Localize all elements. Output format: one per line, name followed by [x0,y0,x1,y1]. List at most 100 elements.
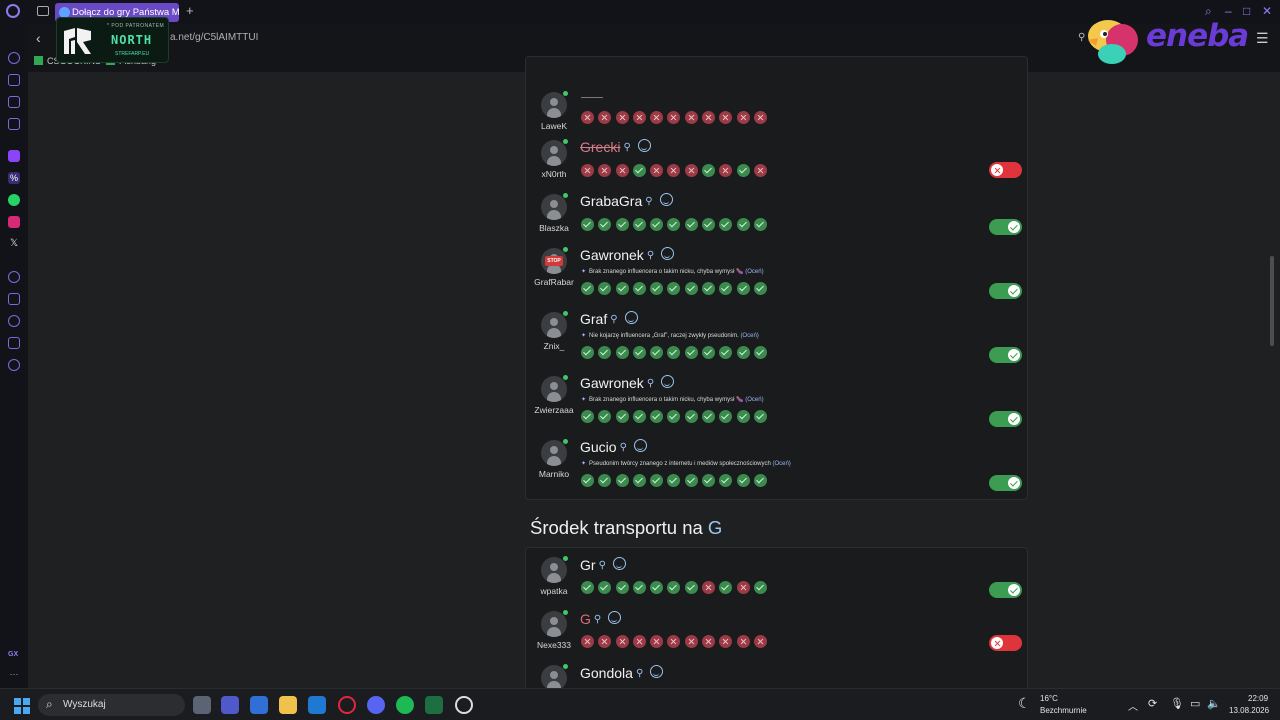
rate-link[interactable]: (Oceń) [745,269,763,275]
spotify-icon[interactable] [396,696,414,714]
taskbar-search[interactable]: ⌕ Wyszukaj [38,694,185,716]
search-icon[interactable]: ⚲ [647,250,654,261]
add-reaction-icon[interactable] [659,193,673,206]
vote-row [581,410,771,423]
answer-text: Gawronek ⚲ [580,247,675,263]
add-reaction-icon[interactable] [633,439,647,452]
tray-sync-icon[interactable]: ⟳ [1148,697,1157,710]
search-icon[interactable]: ⚲ [599,560,606,571]
opera-gx-taskbar-icon[interactable] [338,696,356,714]
search-icon[interactable]: ⚲ [594,614,601,625]
tray-mic-icon[interactable]: 🎙 [1170,697,1184,710]
sidebar-whatsapp-icon[interactable] [8,194,20,206]
search-icon[interactable]: ⚲ [610,314,617,325]
search-icon[interactable]: ⚲ [623,142,630,153]
back-arrow-icon[interactable]: ‹ [36,30,41,46]
online-indicator [563,139,568,144]
teams-icon[interactable] [221,696,239,714]
eneba-wordmark: eneba [1146,18,1249,54]
vote-accept-icon [719,474,733,487]
scrollbar[interactable] [1270,72,1276,688]
sidebar-twitch-icon[interactable] [8,150,20,162]
excel-icon[interactable] [425,696,443,714]
discord-icon[interactable] [367,696,385,714]
vote-reject-icon [736,581,750,594]
accept-toggle-on[interactable] [989,283,1022,299]
sidebar-extensions-icon[interactable] [8,337,20,349]
ai-note-text: Nie kojarzę influencera „Graf”, raczej z… [589,333,739,339]
vote-reject-icon [753,635,767,648]
add-reaction-icon[interactable] [612,557,626,570]
add-reaction-icon[interactable] [608,611,622,624]
answer-word: GrabaGra [580,193,643,209]
tray-volume-icon[interactable]: 🔈 [1207,697,1221,710]
vote-accept-icon [615,474,629,487]
sidebar-pin-icon[interactable] [8,293,20,305]
sidebar-history-icon[interactable] [8,315,20,327]
accept-toggle-on[interactable] [989,475,1022,491]
url-field[interactable]: a.net/g/C5lAIMTTUI [170,32,258,43]
add-reaction-icon[interactable] [637,139,651,152]
sidebar-x-icon[interactable]: 𝕏 [8,238,20,250]
sidebar-more-icon[interactable]: ··· [8,668,20,680]
vote-accept-icon [684,474,698,487]
answer-word: Gondola [580,665,633,681]
store-icon[interactable] [250,696,268,714]
sidebar-instagram-icon[interactable] [8,216,20,228]
accept-toggle-on[interactable] [989,411,1022,427]
player-name: Zwierzaaa [534,405,574,415]
answer-word: Gr [580,557,596,573]
sidebar-player-icon[interactable] [8,271,20,283]
vote-reject-icon [650,164,664,177]
opera-gx-icon[interactable] [6,4,20,18]
player-name: GrafRabar [534,277,574,287]
file-explorer-icon[interactable] [279,696,297,714]
clock-time[interactable]: 22:09 [1248,694,1268,703]
sidebar-news-icon[interactable] [8,96,20,108]
add-reaction-icon[interactable] [661,375,675,388]
tray-chevron-icon[interactable]: ︿ [1128,698,1138,713]
vote-accept-icon [736,474,750,487]
mail-icon[interactable] [308,696,326,714]
vote-reject-icon [615,635,629,648]
search-icon[interactable]: ⚲ [620,442,627,453]
sidebar-gx-control-icon[interactable] [8,74,20,86]
sidebar-settings-icon[interactable] [8,359,20,371]
accept-toggle-on[interactable] [989,347,1022,363]
check-icon [1008,413,1020,425]
vote-accept-icon [581,474,594,487]
accept-toggle-on[interactable] [989,219,1022,235]
windows-start-icon[interactable] [14,698,30,714]
answer-word: Gucio [580,439,617,455]
add-reaction-icon[interactable] [650,665,664,678]
accept-toggle-off[interactable] [989,162,1022,178]
search-icon[interactable]: ⚲ [647,378,654,389]
new-tab-plus-icon[interactable]: + [186,3,194,18]
vote-reject-icon [753,164,767,177]
vote-accept-icon [632,164,646,177]
add-reaction-icon[interactable] [661,247,675,260]
vote-reject-icon [632,635,646,648]
clock-date[interactable]: 13.08.2026 [1229,706,1269,715]
vote-accept-icon [667,282,681,295]
sidebar-m-icon[interactable] [8,118,20,130]
ai-note: ✦ Brak znanego influencera o takim nicku,… [581,268,764,275]
search-icon[interactable]: ⚲ [645,196,652,207]
search-icon[interactable]: ⚲ [636,668,643,679]
sidebar-speed-dial-icon[interactable] [8,52,20,64]
rate-link[interactable]: (Oceń) [745,397,763,403]
task-view-icon[interactable] [193,696,211,714]
vote-reject-icon [702,581,716,594]
rate-link[interactable]: (Oceń) [740,333,758,339]
rate-link[interactable]: (Oceń) [772,461,790,467]
sidebar-percent-icon[interactable]: % [8,172,20,184]
online-indicator [563,311,568,316]
accept-toggle-off[interactable] [989,635,1022,651]
scrollbar-thumb[interactable] [1270,256,1274,346]
add-reaction-icon[interactable] [624,311,638,324]
accept-toggle-on[interactable] [989,582,1022,598]
vote-accept-icon [598,346,612,359]
steam-icon[interactable] [455,696,473,714]
tab-island-icon[interactable] [37,6,49,16]
tray-network-icon[interactable]: ▭ [1190,697,1200,710]
